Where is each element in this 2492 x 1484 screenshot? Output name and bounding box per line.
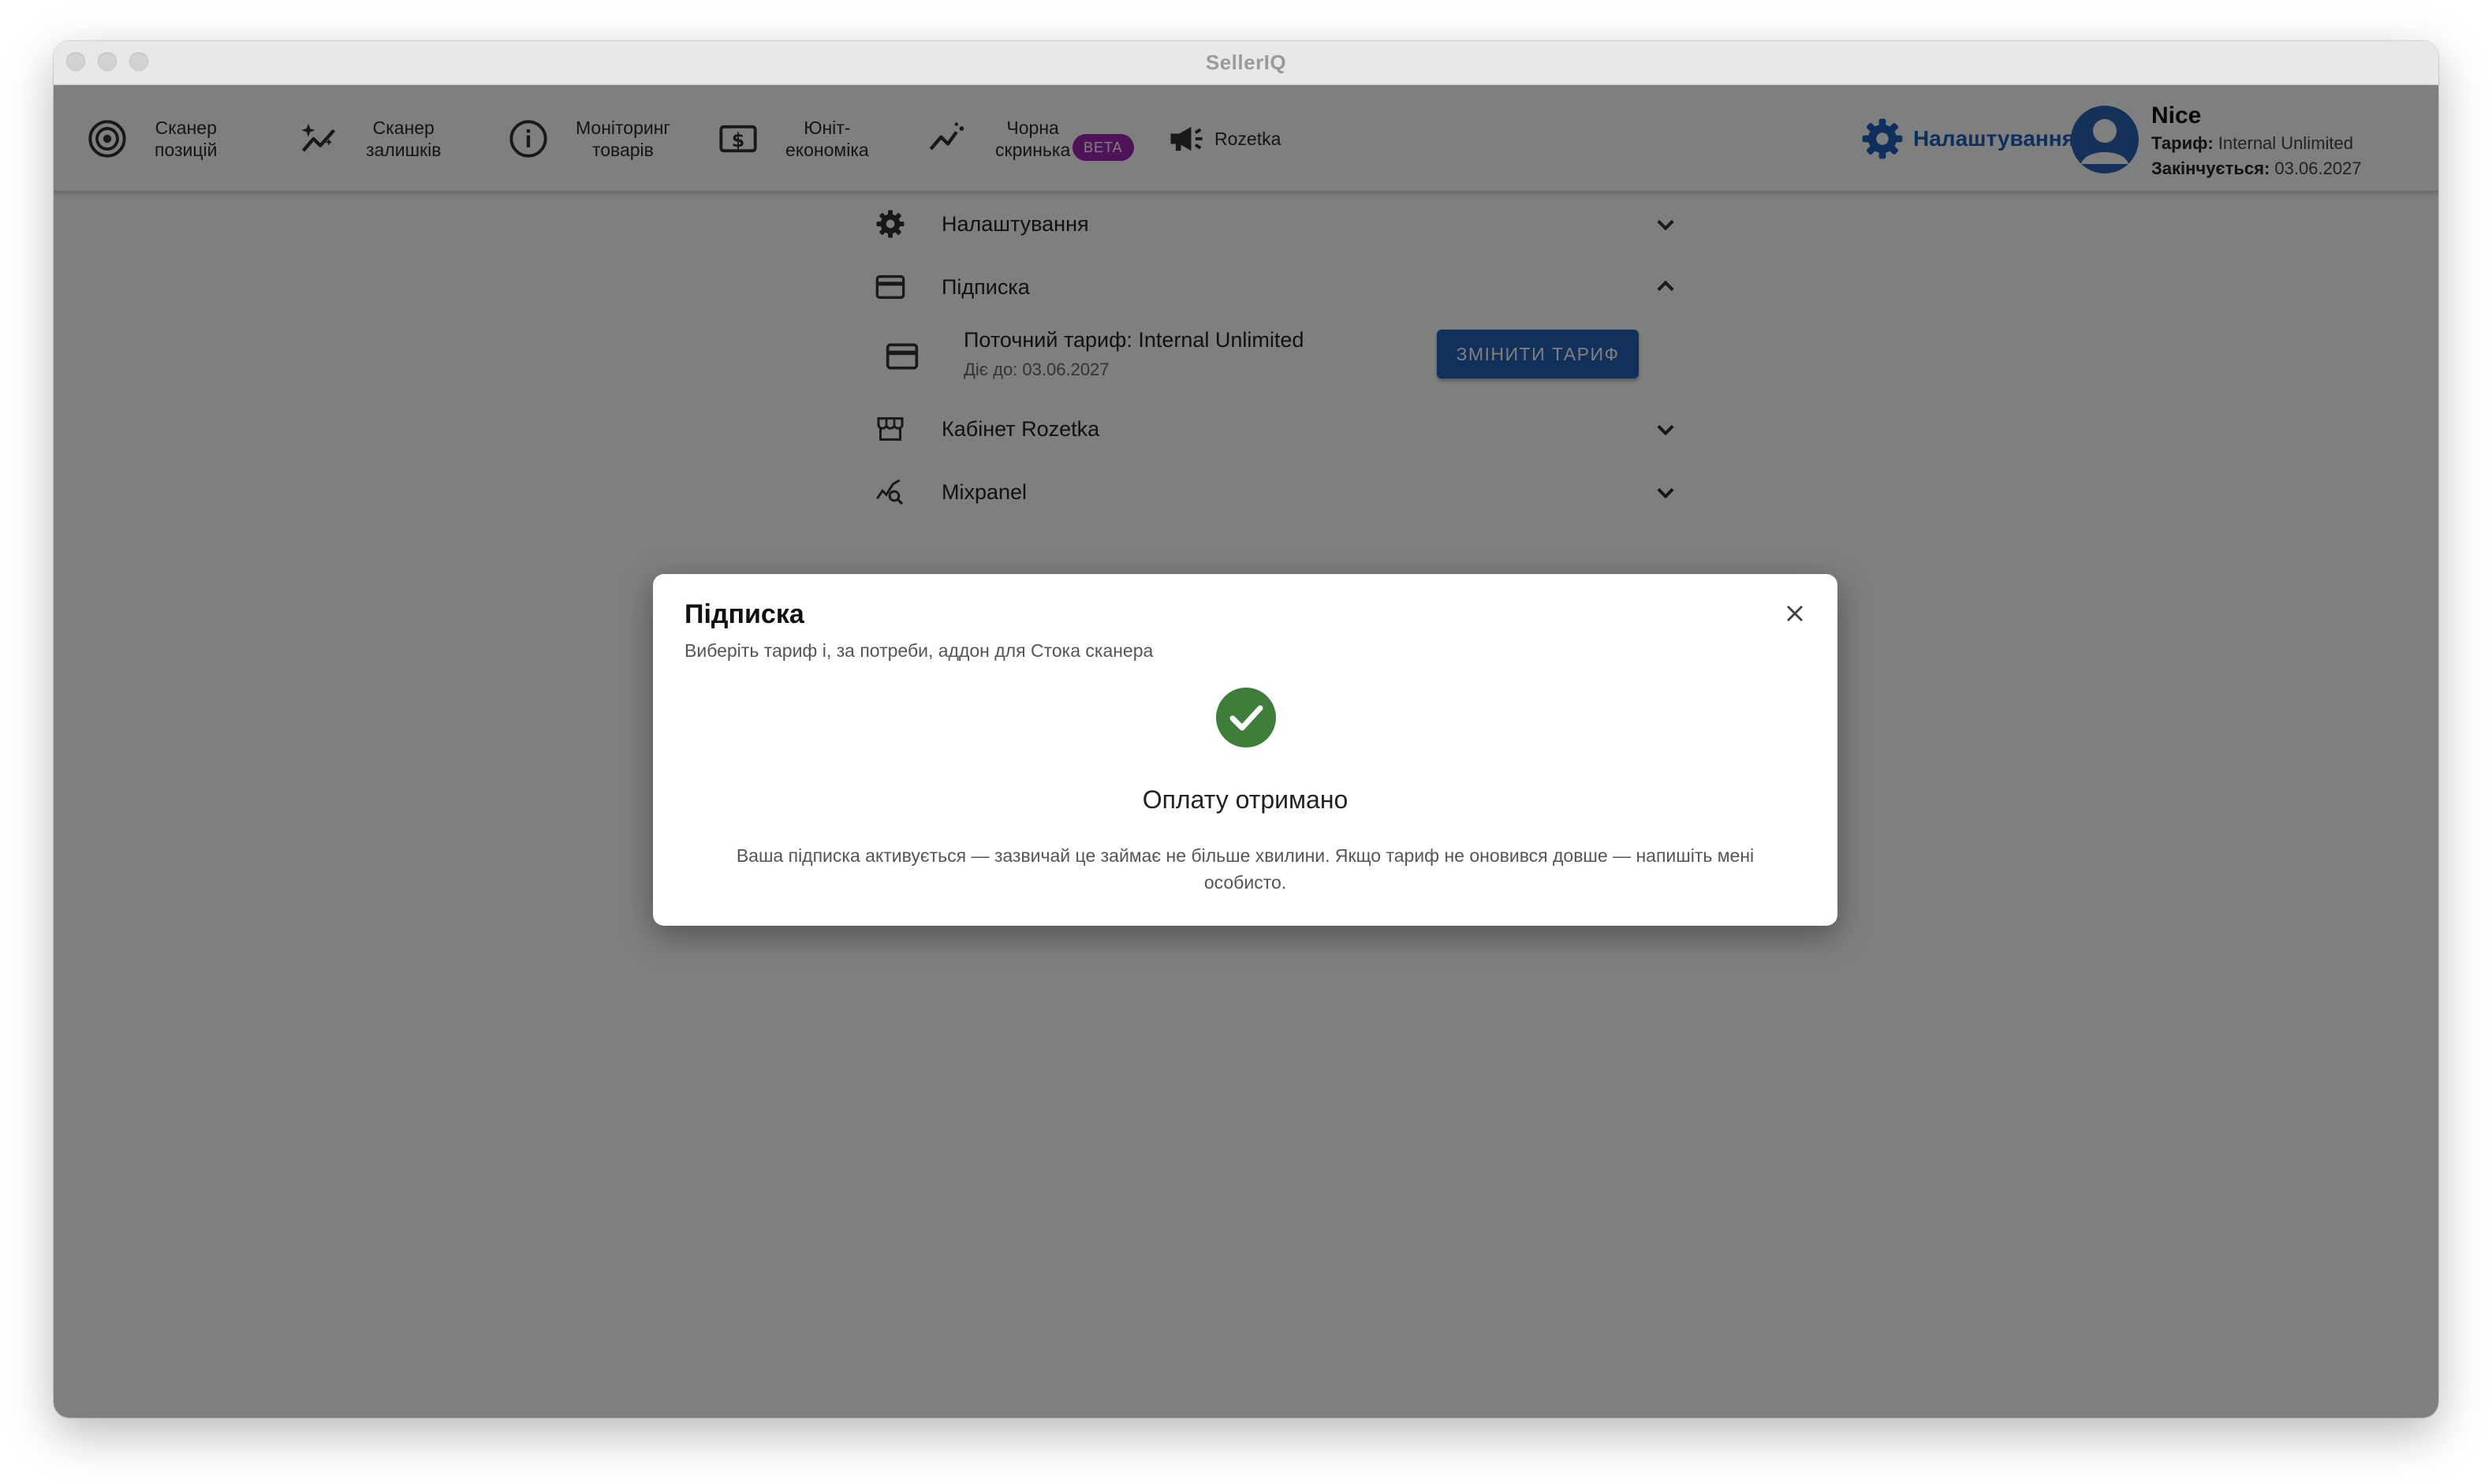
- payment-status-title: Оплату отримано: [1142, 785, 1349, 814]
- payment-status-text: Ваша підписка активується — зазвичай це …: [736, 845, 1755, 893]
- dialog-subtitle: Виберіть тариф і, за потреби, аддон для …: [685, 640, 1154, 661]
- window-titlebar: SellerIQ: [54, 41, 2438, 85]
- close-window-button[interactable]: [66, 52, 85, 71]
- zoom-window-button[interactable]: [129, 52, 148, 71]
- window-title: SellerIQ: [1205, 50, 1287, 74]
- minimize-window-button[interactable]: [98, 52, 117, 71]
- window-controls: [66, 52, 148, 71]
- close-icon[interactable]: [1781, 599, 1809, 628]
- subscription-dialog: Підписка Виберіть тариф і, за потреби, а…: [653, 574, 1837, 926]
- dialog-title: Підписка: [685, 599, 804, 629]
- success-check-icon: [1216, 688, 1276, 748]
